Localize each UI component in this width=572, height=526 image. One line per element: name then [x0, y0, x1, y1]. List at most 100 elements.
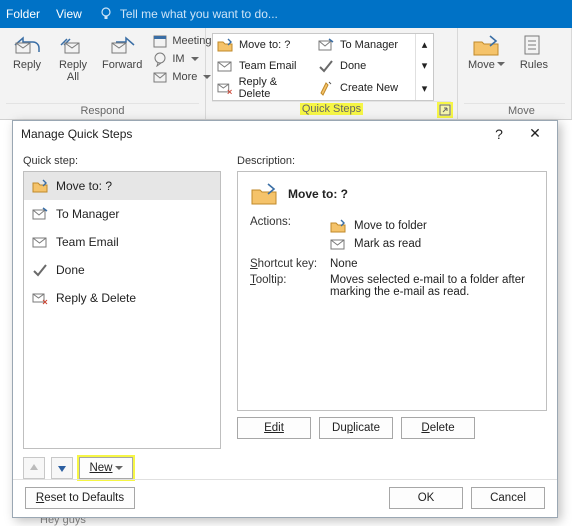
ok-label: OK — [418, 492, 435, 504]
delete-label: Delete — [421, 422, 454, 434]
done-icon — [32, 262, 48, 278]
qs-gallery-more[interactable]: ▾ — [415, 76, 433, 100]
group-quick-steps-label-text: Quick Steps — [300, 103, 363, 115]
group-quick-steps-label: Quick Steps — [212, 101, 451, 117]
qs-item-label: To Manager — [340, 39, 398, 51]
reply-all-button[interactable]: Reply All — [52, 31, 94, 85]
dialog-titlebar: Manage Quick Steps ? ✕ — [13, 121, 557, 147]
rules-button[interactable]: Rules — [513, 31, 555, 73]
reply-all-icon — [59, 33, 87, 57]
qs-item-reply-delete[interactable]: Reply & Delete — [213, 76, 314, 100]
tooltip-label: Tooltip: — [250, 274, 326, 286]
list-item-label: To Manager — [56, 207, 119, 221]
done-icon — [318, 58, 334, 74]
rules-icon — [522, 33, 546, 57]
arrow-up-icon — [28, 462, 40, 474]
group-respond: Reply Reply All Forward Meeting — [0, 28, 206, 119]
ribbon-tabbar: Folder View Tell me what you want to do.… — [0, 0, 572, 28]
qs-item-move-to[interactable]: Move to: ? — [213, 34, 314, 55]
reply-delete-icon — [217, 80, 233, 96]
qs-item-done[interactable]: Done — [314, 55, 415, 76]
description-pane: Description: Move to: ? Actions: Move to… — [221, 149, 547, 479]
move-button[interactable]: Move — [464, 31, 509, 73]
im-icon — [152, 51, 168, 67]
reply-button[interactable]: Reply — [6, 31, 48, 73]
list-item-label: Reply & Delete — [56, 291, 136, 305]
actions-label: Actions: — [250, 216, 326, 228]
qs-item-team-email[interactable]: Team Email — [213, 55, 314, 76]
duplicate-button[interactable]: Duplicate — [319, 417, 393, 439]
folder-move-icon — [217, 37, 233, 53]
mark-read-icon — [330, 236, 346, 252]
qs-scroll-up[interactable]: ▴ — [415, 34, 433, 55]
move-label: Move — [468, 59, 505, 71]
qs-scroll-down[interactable]: ▾ — [415, 55, 433, 76]
qs-item-create-new[interactable]: Create New — [314, 76, 415, 100]
more-respond-button[interactable]: More — [150, 69, 213, 85]
qs-item-to-manager[interactable]: To Manager — [314, 34, 415, 55]
lightbulb-icon — [98, 6, 114, 22]
dialog-close-button[interactable]: ✕ — [521, 125, 549, 142]
im-label: IM — [172, 53, 184, 65]
list-item-label: Team Email — [56, 235, 119, 249]
shortcut-value: None — [330, 258, 358, 270]
manage-quick-steps-dialog: Manage Quick Steps ? ✕ Quick step: Move … — [12, 120, 558, 518]
new-button[interactable]: New — [79, 457, 133, 479]
delete-button[interactable]: Delete — [401, 417, 475, 439]
quick-steps-launcher[interactable] — [439, 104, 451, 116]
list-item[interactable]: To Manager — [24, 200, 220, 228]
list-item[interactable]: Move to: ? — [24, 172, 220, 200]
reply-label: Reply — [13, 59, 41, 71]
list-item-label: Move to: ? — [56, 179, 112, 193]
group-quick-steps: Move to: ? To Manager ▴ Team Email Done … — [206, 28, 458, 119]
tab-view[interactable]: View — [56, 7, 82, 21]
description-label: Description: — [237, 149, 547, 171]
group-respond-label: Respond — [6, 103, 199, 119]
team-email-icon — [32, 234, 48, 250]
tell-me-placeholder: Tell me what you want to do... — [120, 7, 278, 21]
reply-icon — [13, 33, 41, 57]
tooltip-value: Moves selected e-mail to a folder after … — [330, 274, 530, 298]
qs-item-label: Reply & Delete — [239, 76, 310, 100]
ribbon: Reply Reply All Forward Meeting — [0, 28, 572, 120]
duplicate-label: Duplicate — [332, 422, 380, 434]
folder-move-icon — [250, 182, 278, 206]
quick-steps-gallery: Move to: ? To Manager ▴ Team Email Done … — [212, 33, 434, 101]
qs-item-label: Move to: ? — [239, 39, 290, 51]
reset-defaults-button[interactable]: Reset to Defaults — [25, 487, 135, 509]
quick-step-list-pane: Quick step: Move to: ? To Manager Team E… — [23, 149, 221, 479]
list-item[interactable]: Done — [24, 256, 220, 284]
forward-icon — [108, 33, 136, 57]
team-email-icon — [217, 58, 233, 74]
edit-button[interactable]: Edit — [237, 417, 311, 439]
qs-item-label: Create New — [340, 82, 398, 94]
qs-item-label: Done — [340, 60, 366, 72]
list-item[interactable]: Team Email — [24, 228, 220, 256]
group-move-label: Move — [464, 103, 565, 119]
forward-button[interactable]: Forward — [98, 31, 146, 73]
meeting-icon — [152, 33, 168, 49]
shortcut-label: Shortcut key: — [250, 258, 326, 270]
meeting-button[interactable]: Meeting — [150, 33, 213, 49]
quick-step-list-label: Quick step: — [23, 149, 221, 171]
ok-button[interactable]: OK — [389, 487, 463, 509]
qs-item-label: Team Email — [239, 60, 296, 72]
to-manager-icon — [318, 37, 334, 53]
list-item-label: Done — [56, 263, 85, 277]
action-text: Move to folder — [354, 220, 427, 232]
folder-move-icon — [32, 178, 48, 194]
more-label: More — [172, 71, 197, 83]
tell-me-search[interactable]: Tell me what you want to do... — [98, 6, 278, 22]
move-up-button[interactable] — [23, 457, 45, 479]
tab-folder[interactable]: Folder — [6, 7, 40, 21]
list-item[interactable]: Reply & Delete — [24, 284, 220, 312]
reset-label: Reset to Defaults — [36, 492, 124, 504]
forward-label: Forward — [102, 59, 142, 71]
dialog-help-button[interactable]: ? — [485, 126, 513, 142]
move-down-button[interactable] — [51, 457, 73, 479]
dialog-footer: Reset to Defaults OK Cancel — [13, 479, 557, 517]
move-folder-icon — [472, 33, 500, 57]
im-button[interactable]: IM — [150, 51, 213, 67]
rules-label: Rules — [520, 59, 548, 71]
cancel-button[interactable]: Cancel — [471, 487, 545, 509]
